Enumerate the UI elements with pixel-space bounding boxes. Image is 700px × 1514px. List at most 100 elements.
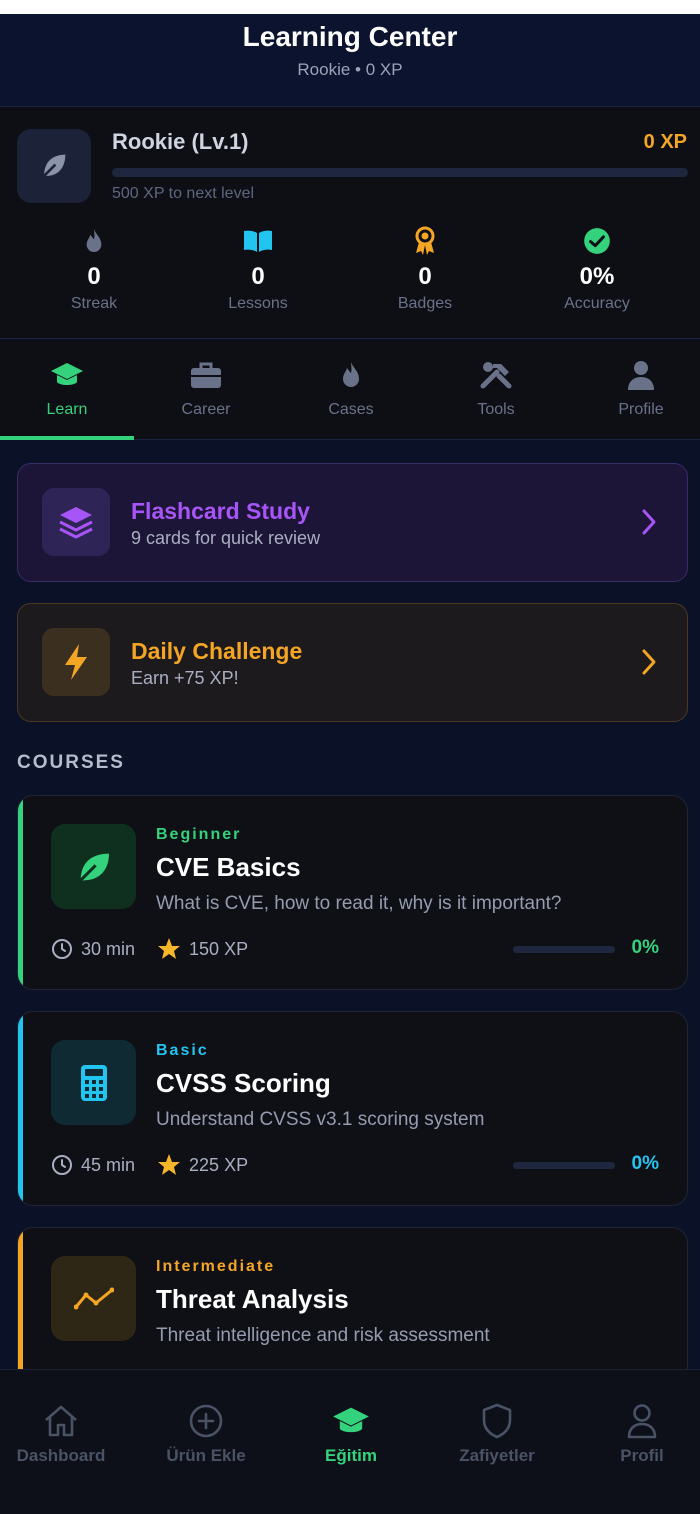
course-level: Beginner	[156, 826, 242, 843]
bottom-navigation: Dashboard Ürün Ekle Eğitim Zafiyetler Pr…	[0, 1369, 700, 1514]
tab-learn[interactable]: Learn	[0, 340, 134, 440]
stat-badges: 0 Badges	[345, 225, 505, 313]
leaf-icon	[43, 154, 66, 177]
nav-label: Dashboard	[16, 1446, 106, 1465]
course-xp: 150 XP	[189, 938, 249, 959]
xp-amount: 0 XP	[643, 131, 687, 153]
daily-challenge-card[interactable]: Daily Challenge Earn +75 XP!	[17, 603, 688, 722]
daily-icon-box	[42, 628, 110, 696]
promo-title: Daily Challenge	[131, 638, 303, 664]
shield-icon	[482, 1403, 512, 1439]
tab-profile[interactable]: Profile	[574, 340, 700, 440]
profile-card: Rookie (Lv.1) 0 XP 500 XP to next level …	[0, 107, 700, 339]
stat-label: Streak	[70, 295, 118, 312]
course-progress-bar	[513, 1162, 615, 1169]
course-title: CVSS Scoring	[156, 1068, 331, 1098]
tab-label: Learn	[46, 401, 88, 418]
tools-icon	[480, 362, 512, 389]
page-subtitle: Rookie • 0 XP	[297, 60, 403, 79]
tab-label: Profile	[618, 401, 664, 418]
stat-value: 0	[251, 263, 265, 290]
course-icon-box	[51, 1040, 136, 1125]
graduation-cap-icon	[51, 363, 83, 385]
avatar	[17, 129, 91, 203]
book-icon	[244, 230, 272, 252]
tab-bar: Learn Career Cases Tools Profile	[0, 340, 700, 440]
course-description: Threat intelligence and risk assessment	[156, 1325, 490, 1346]
xp-progress-bar	[112, 168, 688, 177]
nav-label: Ürün Ekle	[166, 1446, 246, 1465]
tab-career[interactable]: Career	[139, 340, 273, 440]
chevron-right-icon	[642, 509, 656, 535]
user-icon	[627, 1404, 657, 1439]
calculator-icon	[80, 1064, 107, 1101]
course-level: Intermediate	[156, 1258, 276, 1275]
course-duration: 45 min	[81, 1154, 136, 1175]
next-level-text: 500 XP to next level	[112, 185, 255, 202]
stat-label: Lessons	[228, 295, 288, 312]
course-duration: 30 min	[81, 938, 136, 959]
nav-label: Zafiyetler	[459, 1446, 535, 1465]
promo-title: Flashcard Study	[131, 498, 310, 524]
nav-dashboard[interactable]: Dashboard	[0, 1370, 131, 1466]
course-icon-box	[51, 1256, 136, 1341]
promo-subtitle: Earn +75 XP!	[131, 668, 239, 688]
flame-icon	[343, 362, 359, 387]
course-accent	[18, 1012, 23, 1205]
lightning-icon	[65, 644, 87, 680]
stat-label: Badges	[397, 295, 453, 312]
star-icon	[158, 1154, 181, 1175]
layers-icon	[59, 507, 93, 539]
nav-profile[interactable]: Profil	[572, 1370, 700, 1466]
nav-add-product[interactable]: Ürün Ekle	[136, 1370, 276, 1466]
stats-row: 0 Streak 0 Lessons 0 Badges 0% Accuracy	[0, 225, 700, 325]
stat-label: Accuracy	[564, 295, 630, 312]
graduation-cap-icon	[333, 1407, 369, 1433]
nav-label: Profil	[620, 1446, 664, 1465]
promo-subtitle: 9 cards for quick review	[131, 528, 321, 548]
course-progress-percent: 0%	[631, 937, 659, 958]
stat-value: 0	[87, 263, 101, 290]
star-icon	[158, 938, 181, 959]
course-meta: 30 min 150 XP	[51, 936, 248, 962]
course-title: Threat Analysis	[156, 1284, 349, 1314]
course-description: What is CVE, how to read it, why is it i…	[156, 893, 562, 914]
tab-cases[interactable]: Cases	[284, 340, 418, 440]
course-card-threat-analysis[interactable]: Intermediate Threat Analysis Threat inte…	[17, 1227, 688, 1387]
user-icon	[628, 361, 654, 390]
clock-icon	[52, 939, 72, 959]
courses-section-title: COURSES	[17, 752, 125, 773]
level-title: Rookie (Lv.1)	[112, 129, 249, 154]
tab-label: Career	[181, 401, 231, 418]
app-header: Learning Center Rookie • 0 XP	[0, 14, 700, 107]
leaf-icon	[79, 853, 109, 881]
flashcard-icon-box	[42, 488, 110, 556]
stat-lessons: 0 Lessons	[178, 225, 338, 313]
course-xp: 225 XP	[189, 1154, 249, 1175]
status-bar	[0, 0, 700, 14]
course-accent	[18, 796, 23, 989]
course-accent	[18, 1228, 23, 1386]
tab-tools[interactable]: Tools	[429, 340, 563, 440]
course-card-cve-basics[interactable]: Beginner CVE Basics What is CVE, how to …	[17, 795, 688, 990]
stat-streak: 0 Streak	[14, 225, 174, 313]
page-title: Learning Center	[242, 21, 458, 52]
course-title: CVE Basics	[156, 852, 301, 882]
stat-accuracy: 0% Accuracy	[517, 225, 677, 313]
course-progress-percent: 0%	[631, 1153, 659, 1174]
course-level: Basic	[156, 1042, 209, 1059]
course-description: Understand CVSS v3.1 scoring system	[156, 1109, 485, 1130]
trend-line-icon	[73, 1287, 114, 1309]
course-meta: 45 min 225 XP	[51, 1152, 248, 1178]
nav-vulnerabilities[interactable]: Zafiyetler	[427, 1370, 567, 1466]
clock-icon	[52, 1155, 72, 1175]
course-icon-box	[51, 824, 136, 909]
plus-circle-icon	[189, 1404, 223, 1438]
course-card-cvss-scoring[interactable]: Basic CVSS Scoring Understand CVSS v3.1 …	[17, 1011, 688, 1206]
flashcard-study-card[interactable]: Flashcard Study 9 cards for quick review	[17, 463, 688, 582]
tab-label: Cases	[328, 401, 374, 418]
nav-label: Eğitim	[325, 1446, 377, 1465]
chevron-right-icon	[642, 649, 656, 675]
check-circle-icon	[584, 228, 610, 254]
nav-education[interactable]: Eğitim	[281, 1370, 421, 1466]
